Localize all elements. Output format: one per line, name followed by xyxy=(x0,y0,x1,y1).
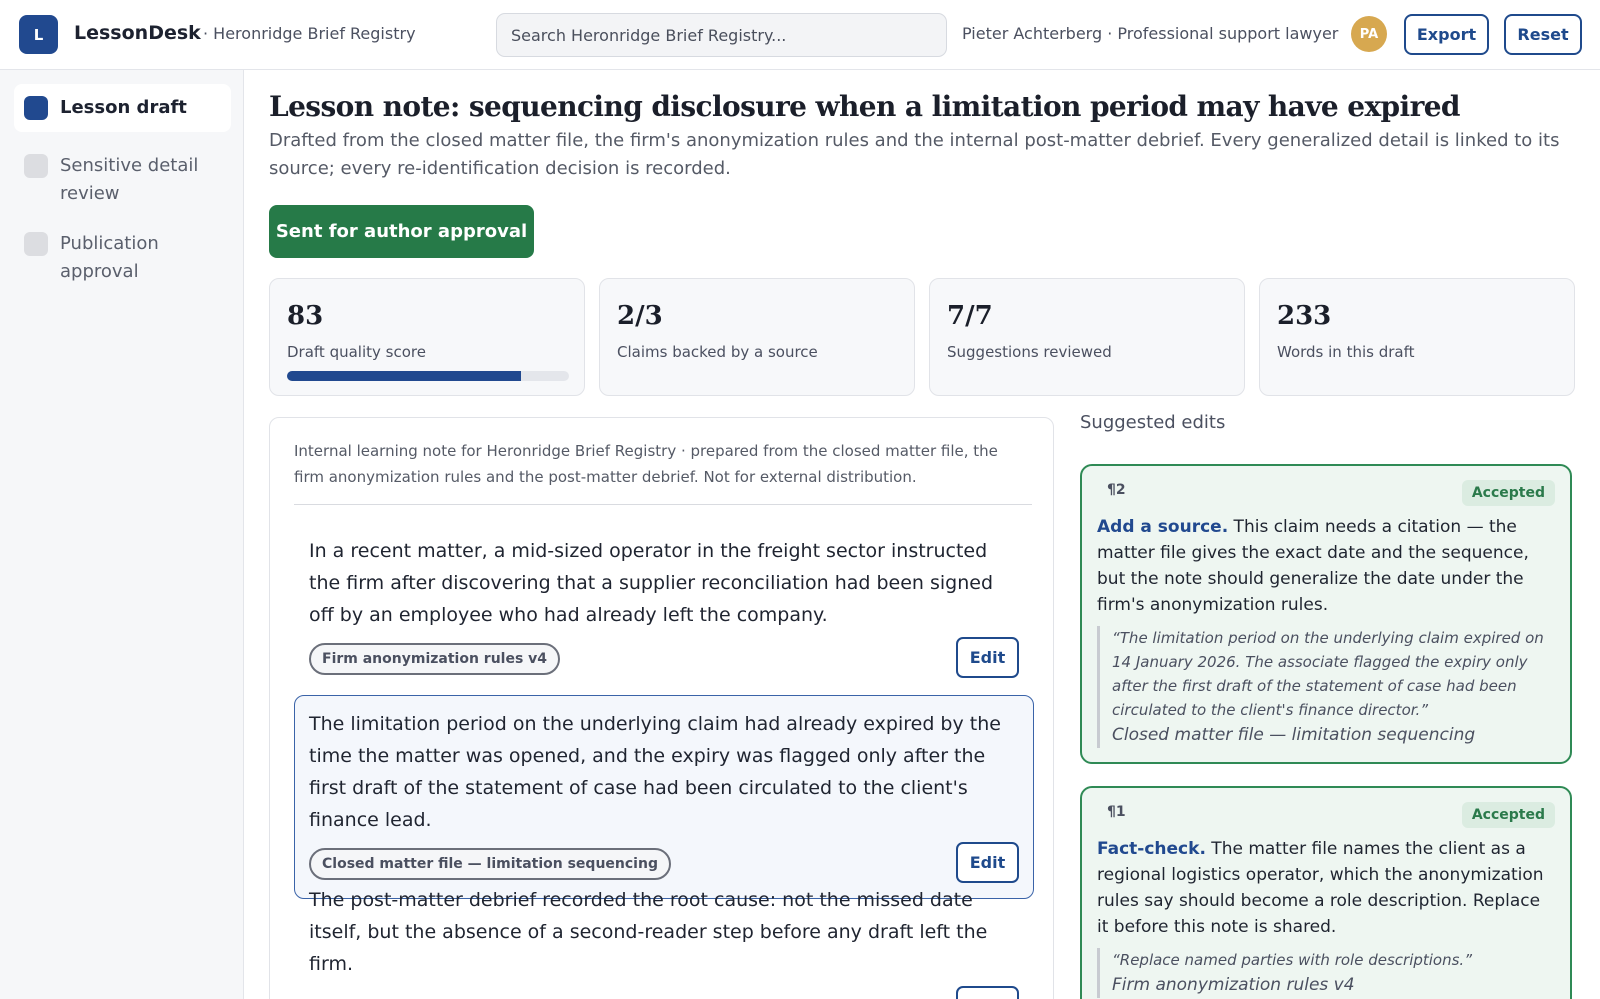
sidebar-item-publication-approval[interactable]: Publication approval xyxy=(14,220,231,296)
stat-value: 7/7 xyxy=(947,301,993,331)
document-paragraph-1[interactable]: In a recent matter, a mid-sized operator… xyxy=(294,522,1034,694)
stat-value: 83 xyxy=(287,301,324,331)
paragraph-text: In a recent matter, a mid-sized operator… xyxy=(309,540,994,626)
search-input[interactable] xyxy=(496,13,947,57)
suggestion-kind: Fact-check. xyxy=(1097,839,1206,859)
app-logo[interactable]: L xyxy=(19,15,58,54)
stat-value: 233 xyxy=(1277,301,1332,331)
sidebar: Lesson draft Sensitive detail review Pub… xyxy=(0,70,244,999)
author-approval-status-button[interactable]: Sent for author approval xyxy=(269,205,534,258)
paragraph-text: The post-matter debrief recorded the roo… xyxy=(309,889,988,975)
step-indicator-icon xyxy=(24,96,48,120)
quality-progress-bar xyxy=(287,371,569,381)
quality-progress-fill xyxy=(287,371,522,381)
step-indicator-icon xyxy=(24,154,48,178)
edit-button[interactable]: Edit xyxy=(956,637,1019,678)
stat-label: Suggestions reviewed xyxy=(947,343,1112,361)
stat-label: Claims backed by a source xyxy=(617,343,818,361)
stat-label: Draft quality score xyxy=(287,343,426,361)
sidebar-item-label: Sensitive detail review xyxy=(60,155,199,204)
paragraph-footer: Firm anonymization rules v4 Edit xyxy=(309,637,1019,681)
suggestions-title: Suggested edits xyxy=(1080,412,1226,433)
stat-card-word-count: 233 Words in this draft xyxy=(1259,278,1575,396)
stat-label: Words in this draft xyxy=(1277,343,1415,361)
suggestion-header: ¶2 Accepted xyxy=(1097,480,1555,506)
reset-button[interactable]: Reset xyxy=(1504,14,1582,55)
document-paragraph-2[interactable]: The limitation period on the underlying … xyxy=(294,695,1034,899)
user-name: Pieter Achterberg · Professional support… xyxy=(962,24,1339,43)
app-name: LessonDesk xyxy=(74,22,201,44)
stat-value: 2/3 xyxy=(617,301,663,331)
top-bar: L LessonDesk · Heronridge Brief Registry… xyxy=(0,0,1600,70)
page-subtitle: Drafted from the closed matter file, the… xyxy=(269,130,1560,179)
export-button[interactable]: Export xyxy=(1404,14,1489,55)
page-title: Lesson note: sequencing disclosure when … xyxy=(269,90,1461,123)
source-quote: “The limitation period on the underlying… xyxy=(1097,626,1555,748)
source-chip[interactable]: Firm anonymization rules v4 xyxy=(309,643,561,675)
quote-source: Closed matter file — limitation sequenci… xyxy=(1112,725,1476,745)
document-header: Internal learning note for Heronridge Br… xyxy=(294,438,1032,505)
sidebar-item-sensitive-detail-review[interactable]: Sensitive detail review xyxy=(14,142,231,218)
sidebar-item-lesson-draft[interactable]: Lesson draft xyxy=(14,84,231,132)
status-badge: Accepted xyxy=(1461,480,1555,506)
sidebar-item-label: Publication approval xyxy=(60,233,159,282)
suggestion-card[interactable]: ¶1 Accepted Fact-check. The matter file … xyxy=(1080,786,1572,999)
suggestion-kind: Add a source. xyxy=(1097,517,1229,537)
suggestion-card[interactable]: ¶2 Accepted Add a source. This claim nee… xyxy=(1080,464,1572,764)
avatar[interactable]: PA xyxy=(1351,16,1387,52)
sidebar-item-label: Lesson draft xyxy=(60,97,187,118)
paragraph-ref: ¶1 xyxy=(1107,804,1126,820)
suggestion-body: Add a source. This claim needs a citatio… xyxy=(1097,514,1555,618)
registry-name: · Heronridge Brief Registry xyxy=(203,24,416,43)
suggestion-header: ¶1 Accepted xyxy=(1097,802,1555,828)
quote-source: Firm anonymization rules v4 xyxy=(1112,975,1355,995)
stat-card-suggestions-reviewed: 7/7 Suggestions reviewed xyxy=(929,278,1245,396)
document-paragraph-3[interactable]: The post-matter debrief recorded the roo… xyxy=(294,871,1034,999)
stat-card-quality-score: 83 Draft quality score xyxy=(269,278,585,396)
paragraph-ref: ¶2 xyxy=(1107,482,1126,498)
lesson-document: Internal learning note for Heronridge Br… xyxy=(269,417,1054,999)
paragraph-text: The limitation period on the underlying … xyxy=(309,713,1001,831)
edit-button[interactable]: Edit xyxy=(956,986,1019,999)
suggestion-body: Fact-check. The matter file names the cl… xyxy=(1097,836,1555,940)
main-content: Lesson note: sequencing disclosure when … xyxy=(244,70,1600,999)
stat-card-claims-backed: 2/3 Claims backed by a source xyxy=(599,278,915,396)
quote-text: “Replace named parties with role descrip… xyxy=(1112,951,1472,969)
status-badge: Accepted xyxy=(1461,802,1555,828)
step-indicator-icon xyxy=(24,232,48,256)
paragraph-footer: Edit xyxy=(309,986,1019,999)
quote-text: “The limitation period on the underlying… xyxy=(1112,629,1544,719)
source-quote: “Replace named parties with role descrip… xyxy=(1097,948,1555,998)
